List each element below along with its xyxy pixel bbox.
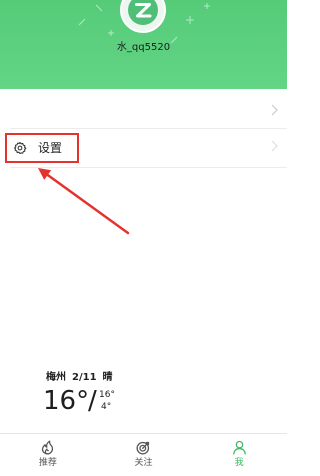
profile-header: 水_qq5520 <box>0 0 287 89</box>
menu-row[interactable] <box>0 92 287 128</box>
bottom-nav: 推荐 关注 我 <box>0 433 287 476</box>
sparkle-decoration <box>186 16 194 24</box>
tab-label: 关注 <box>134 458 153 468</box>
divider <box>10 167 287 168</box>
chevron-right-icon <box>271 140 278 152</box>
username: 水_qq5520 <box>116 42 171 53</box>
recommend-icon <box>42 440 54 455</box>
current-temperature: 16° <box>43 386 90 416</box>
weather-condition: 晴 <box>102 372 113 383</box>
weather-date: 2/11 <box>72 372 97 383</box>
tab-me[interactable]: 我 <box>191 434 287 476</box>
annotation-highlight-box <box>5 133 79 163</box>
high-temperature: 16° <box>99 390 115 400</box>
sparkle-decoration <box>95 4 103 12</box>
low-temperature: 4° <box>101 402 112 412</box>
tab-label: 我 <box>234 458 244 468</box>
profile-icon <box>232 440 246 455</box>
weather-city: 梅州 <box>46 372 66 383</box>
sparkle-decoration <box>108 30 114 36</box>
sparkle-decoration <box>78 18 86 26</box>
follow-icon <box>136 441 150 455</box>
weather-info: 梅州 2/11 晴 <box>46 372 119 384</box>
chevron-right-icon <box>271 104 278 116</box>
tab-label: 推荐 <box>38 458 57 468</box>
sparkle-decoration <box>204 3 210 9</box>
z-logo-avatar-icon[interactable] <box>120 0 166 33</box>
temperature-separator: / <box>88 386 97 416</box>
tab-follow[interactable]: 关注 <box>96 434 192 476</box>
tab-recommend[interactable]: 推荐 <box>0 434 96 476</box>
